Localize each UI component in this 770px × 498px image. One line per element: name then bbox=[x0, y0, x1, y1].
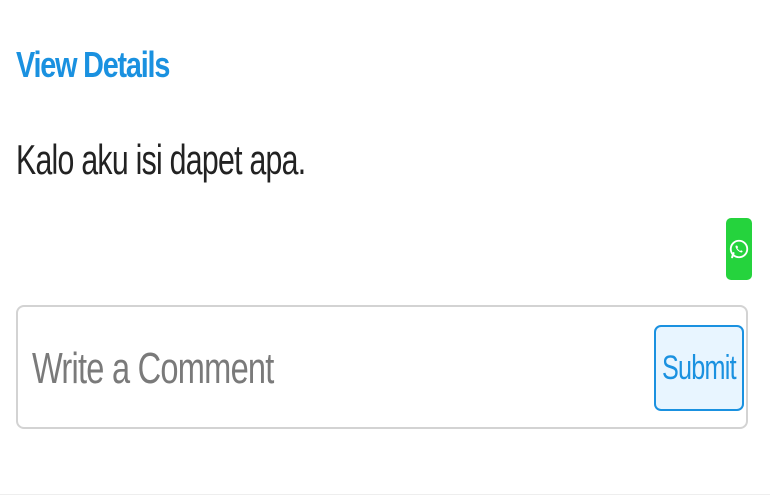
comment-form: Submit bbox=[16, 305, 748, 429]
whatsapp-icon bbox=[729, 239, 749, 259]
submit-button[interactable]: Submit bbox=[654, 325, 744, 411]
comment-input[interactable] bbox=[32, 333, 476, 405]
whatsapp-share-button[interactable] bbox=[726, 218, 752, 280]
post-text: Kalo aku isi dapet apa. bbox=[16, 136, 306, 183]
submit-button-label: Submit bbox=[662, 348, 737, 387]
view-details-link[interactable]: View Details bbox=[16, 44, 170, 86]
divider bbox=[0, 494, 770, 495]
post-card: View Details Kalo aku isi dapet apa. Sub… bbox=[0, 0, 770, 498]
